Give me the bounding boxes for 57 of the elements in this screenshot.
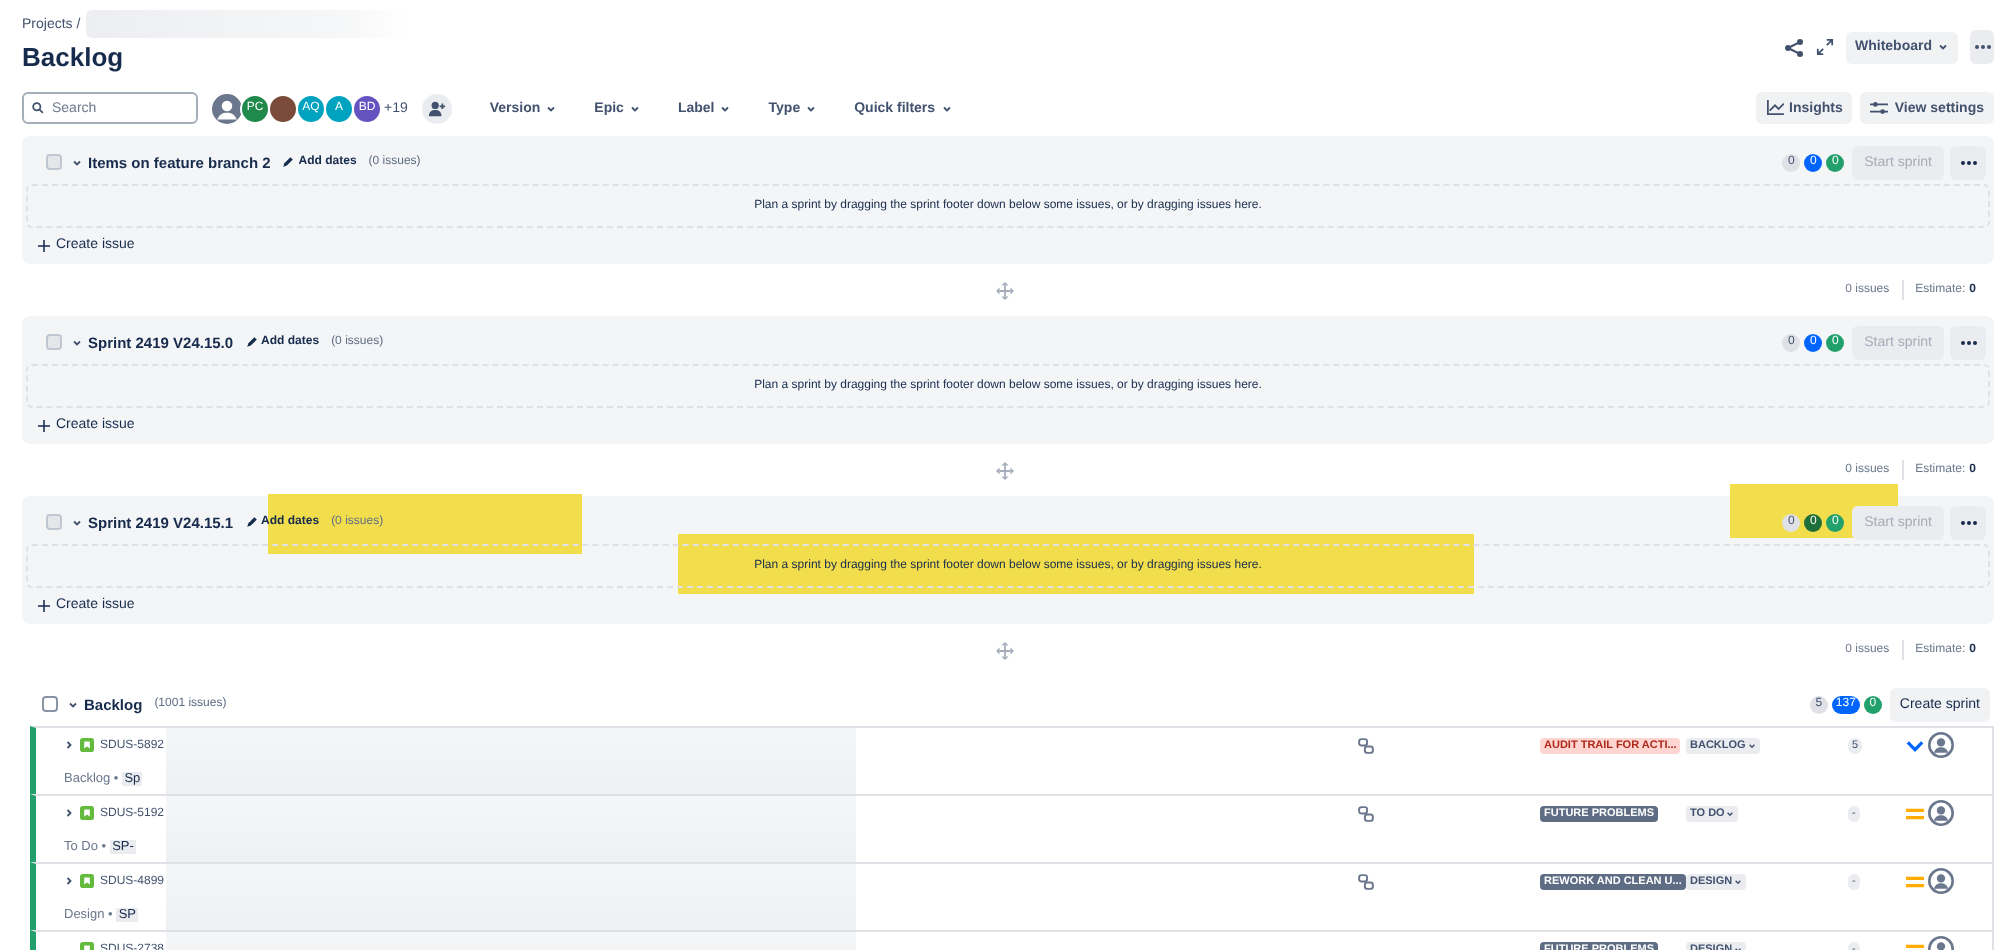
more-button[interactable] (1950, 145, 1986, 179)
sprint-checkbox[interactable] (46, 154, 62, 170)
avatar-icon[interactable] (212, 93, 242, 123)
page-title: Backlog (22, 42, 126, 72)
expand-icon[interactable] (1815, 38, 1833, 56)
caret-icon (720, 103, 731, 113)
link-icon (1358, 737, 1374, 753)
story-icon (80, 738, 94, 752)
drag-handle-icon[interactable] (996, 642, 1014, 660)
add-person-icon (427, 99, 446, 117)
sprint-checkbox[interactable] (46, 514, 62, 530)
caret-icon (68, 699, 78, 709)
chevron-right-icon[interactable] (64, 808, 74, 818)
avatar-icon (1928, 732, 1954, 758)
add-people-button[interactable] (421, 93, 452, 123)
more-icon (1959, 519, 1977, 525)
caret-icon (72, 157, 82, 167)
story-icon (80, 806, 94, 820)
caret-icon (1726, 809, 1735, 817)
more-button[interactable] (1950, 325, 1986, 359)
caret-icon (72, 517, 82, 527)
more-icon (1959, 159, 1977, 165)
caret-icon (806, 103, 817, 113)
chart-icon (1765, 100, 1784, 116)
caret-icon (1734, 945, 1743, 950)
link-icon (1358, 805, 1374, 821)
chevron-right-icon[interactable] (64, 876, 74, 886)
more-button[interactable] (1970, 30, 1994, 64)
pencil-icon (245, 336, 258, 348)
drag-handle-icon[interactable] (996, 282, 1014, 300)
backlog-checkbox[interactable] (42, 696, 58, 712)
more-button[interactable] (1950, 505, 1986, 539)
link-icon (1358, 873, 1374, 889)
more-icon (1973, 44, 1991, 50)
plus-icon (38, 599, 50, 611)
plus-icon (38, 419, 50, 431)
pencil-icon (245, 516, 258, 528)
caret-icon (72, 337, 82, 347)
caret-icon (1734, 877, 1743, 885)
caret-icon (629, 103, 640, 113)
story-icon (80, 874, 94, 888)
chevron-right-icon[interactable] (64, 740, 74, 750)
avatar-icon (1928, 800, 1954, 826)
caret-icon (941, 103, 952, 113)
more-icon (1959, 339, 1977, 345)
search-icon (32, 102, 44, 114)
pencil-icon (282, 156, 295, 168)
plus-icon (38, 239, 50, 251)
avatar-photo[interactable] (268, 93, 298, 123)
caret-icon (1747, 741, 1756, 749)
sprint-checkbox[interactable] (46, 334, 62, 350)
drag-handle-icon[interactable] (996, 462, 1014, 480)
share-icon[interactable] (1783, 37, 1803, 57)
caret-icon (1938, 42, 1948, 52)
avatar-icon (1928, 868, 1954, 894)
sliders-icon (1870, 100, 1889, 116)
caret-icon (546, 103, 557, 113)
